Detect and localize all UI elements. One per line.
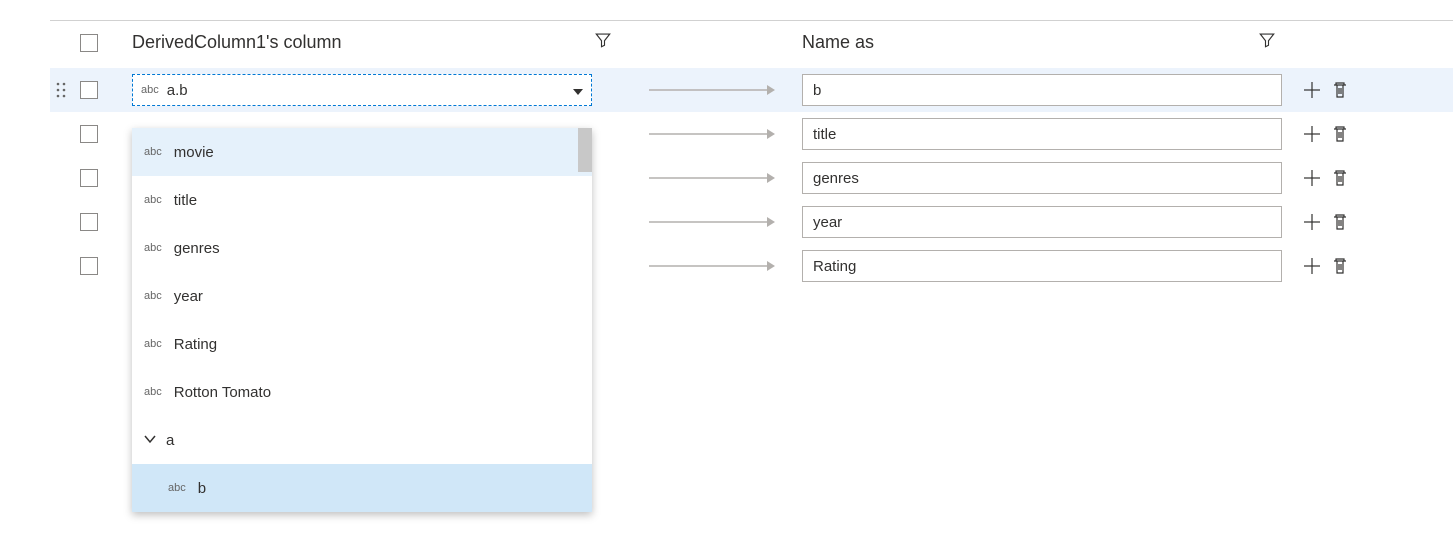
name-as-input[interactable]: Rating bbox=[802, 250, 1282, 282]
type-badge: abc bbox=[141, 84, 159, 96]
chevron-down-icon bbox=[144, 432, 156, 449]
chevron-down-icon bbox=[573, 82, 583, 98]
delete-button[interactable] bbox=[1330, 212, 1350, 232]
mapping-arrow-icon bbox=[622, 84, 802, 96]
add-button[interactable] bbox=[1302, 124, 1322, 144]
add-button[interactable] bbox=[1302, 256, 1322, 276]
scrollbar[interactable] bbox=[578, 128, 592, 172]
type-badge: abc bbox=[168, 482, 186, 494]
dropdown-option[interactable]: abc title bbox=[132, 176, 592, 224]
dropdown-option-expandable[interactable]: a bbox=[132, 416, 592, 464]
name-as-input[interactable]: year bbox=[802, 206, 1282, 238]
column-header-name: Name as bbox=[802, 32, 874, 53]
name-as-input[interactable]: b bbox=[802, 74, 1282, 106]
source-column-dropdown[interactable]: abc a.b bbox=[132, 74, 592, 106]
mapping-arrow-icon bbox=[622, 172, 802, 184]
add-button[interactable] bbox=[1302, 168, 1322, 188]
filter-icon[interactable] bbox=[1258, 31, 1276, 54]
row-checkbox[interactable] bbox=[80, 81, 98, 99]
delete-button[interactable] bbox=[1330, 168, 1350, 188]
delete-button[interactable] bbox=[1330, 80, 1350, 100]
type-badge: abc bbox=[144, 242, 162, 254]
column-dropdown-panel: abc movie abc title abc genres abc year … bbox=[132, 128, 592, 512]
type-badge: abc bbox=[144, 194, 162, 206]
mapping-arrow-icon bbox=[622, 260, 802, 272]
type-badge: abc bbox=[144, 338, 162, 350]
name-as-input[interactable]: genres bbox=[802, 162, 1282, 194]
dropdown-value: a.b bbox=[167, 82, 573, 99]
dropdown-option[interactable]: abc Rating bbox=[132, 320, 592, 368]
mapping-arrow-icon bbox=[622, 128, 802, 140]
table-row: abc a.b b bbox=[50, 68, 1453, 112]
delete-button[interactable] bbox=[1330, 256, 1350, 276]
row-checkbox[interactable] bbox=[80, 213, 98, 231]
drag-handle-icon[interactable] bbox=[56, 82, 66, 101]
filter-icon[interactable] bbox=[594, 31, 612, 54]
dropdown-option[interactable]: abc genres bbox=[132, 224, 592, 272]
table-header: DerivedColumn1's column Name as bbox=[50, 21, 1453, 68]
select-all-checkbox[interactable] bbox=[80, 34, 98, 52]
type-badge: abc bbox=[144, 290, 162, 302]
dropdown-option[interactable]: abc year bbox=[132, 272, 592, 320]
row-checkbox[interactable] bbox=[80, 125, 98, 143]
dropdown-option[interactable]: abc b bbox=[132, 464, 592, 512]
type-badge: abc bbox=[144, 386, 162, 398]
delete-button[interactable] bbox=[1330, 124, 1350, 144]
column-header-source: DerivedColumn1's column bbox=[132, 32, 342, 53]
row-checkbox[interactable] bbox=[80, 257, 98, 275]
type-badge: abc bbox=[144, 146, 162, 158]
add-button[interactable] bbox=[1302, 212, 1322, 232]
name-as-input[interactable]: title bbox=[802, 118, 1282, 150]
row-checkbox[interactable] bbox=[80, 169, 98, 187]
dropdown-option[interactable]: abc movie bbox=[132, 128, 592, 176]
add-button[interactable] bbox=[1302, 80, 1322, 100]
mapping-arrow-icon bbox=[622, 216, 802, 228]
dropdown-option[interactable]: abc Rotton Tomato bbox=[132, 368, 592, 416]
